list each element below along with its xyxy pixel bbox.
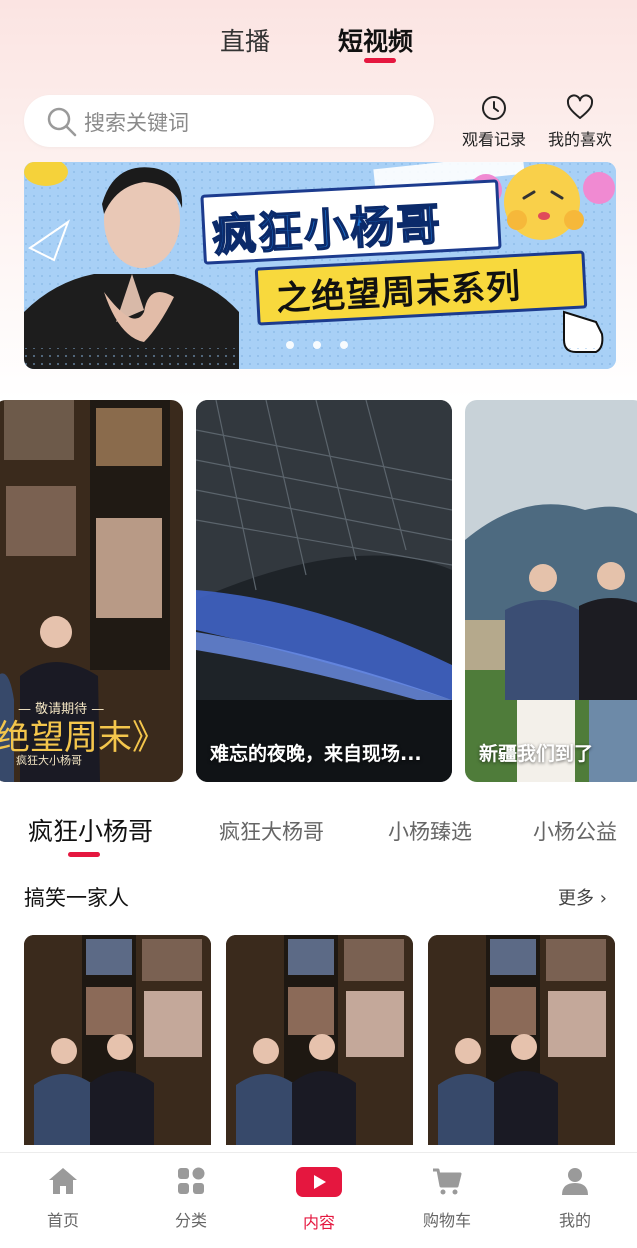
- user-icon: [562, 1168, 588, 1195]
- bottom-nav-bar: 首页 分类 内容 购物车 我的: [0, 1152, 637, 1248]
- promo-banner[interactable]: 疯狂小杨哥 之绝望周末系列: [24, 162, 616, 369]
- search-icon: [47, 107, 77, 137]
- search-placeholder: 搜索关键词: [84, 111, 189, 135]
- search-bar[interactable]: 搜索关键词: [24, 95, 434, 147]
- nav-label: 分类: [174, 1211, 207, 1230]
- heart-icon: [566, 94, 594, 119]
- nav-category[interactable]: 分类: [141, 1165, 241, 1231]
- active-tab-indicator: [364, 58, 396, 63]
- more-link[interactable]: 更多 ›: [558, 884, 607, 910]
- card-caption: 难忘的夜晚，来自现场...: [210, 743, 422, 765]
- home-icon: [49, 1168, 77, 1194]
- active-category-indicator: [68, 852, 100, 857]
- category-tab[interactable]: 小杨臻选: [388, 816, 472, 846]
- nav-label: 首页: [46, 1211, 79, 1230]
- thumbnail-image: [226, 935, 413, 1145]
- nav-content[interactable]: 内容: [269, 1165, 369, 1233]
- feature-card-image: [465, 400, 637, 782]
- tab-live[interactable]: 直播: [220, 22, 270, 58]
- thumbnail-image: [24, 935, 211, 1145]
- nav-home[interactable]: 首页: [13, 1165, 113, 1231]
- history-button[interactable]: 观看记录: [454, 94, 534, 150]
- nav-profile[interactable]: 我的: [525, 1165, 625, 1231]
- pagination-dot: [313, 341, 321, 349]
- banner-title: 疯狂小杨哥: [210, 198, 444, 262]
- pagination-dot: [286, 341, 294, 349]
- thumbnail-image: [428, 935, 615, 1145]
- feature-card[interactable]: 新疆我们到了: [465, 400, 637, 782]
- video-thumbnail[interactable]: [428, 935, 615, 1145]
- favorites-label: 我的喜欢: [547, 130, 612, 149]
- card-author: 疯狂大小杨哥: [16, 754, 82, 767]
- top-tab-bar: 直播 短视频: [0, 18, 637, 68]
- card-caption: 新疆我们到了: [479, 743, 594, 765]
- favorites-button[interactable]: 我的喜欢: [540, 94, 620, 150]
- category-tab[interactable]: 疯狂大杨哥: [219, 816, 324, 846]
- pagination-dot: [340, 341, 348, 349]
- nav-label: 我的: [558, 1211, 591, 1230]
- nav-label: 购物车: [422, 1211, 471, 1230]
- video-play-icon: [296, 1167, 342, 1197]
- cart-icon: [433, 1168, 462, 1195]
- feature-card[interactable]: — 敬请期待 — 绝望周末》 疯狂大小杨哥: [0, 400, 183, 782]
- banner-pagination: [286, 334, 367, 353]
- feature-card-image: [196, 400, 452, 782]
- feature-card[interactable]: 难忘的夜晚，来自现场...: [196, 400, 452, 782]
- category-tab[interactable]: 小杨公益: [533, 816, 617, 846]
- grid-icon: [178, 1167, 205, 1194]
- history-label: 观看记录: [461, 130, 526, 149]
- category-tab[interactable]: 疯狂小杨哥: [28, 812, 153, 848]
- tab-short-video[interactable]: 短视频: [338, 22, 413, 58]
- section-title: 搞笑一家人: [24, 886, 129, 910]
- category-tab-bar: 疯狂小杨哥 疯狂大杨哥 小杨臻选 小杨公益: [0, 812, 637, 862]
- nav-label: 内容: [302, 1213, 335, 1232]
- video-thumbnail[interactable]: [24, 935, 211, 1145]
- clock-icon: [482, 96, 506, 120]
- video-thumbnail[interactable]: [226, 935, 413, 1145]
- nav-cart[interactable]: 购物车: [397, 1165, 497, 1231]
